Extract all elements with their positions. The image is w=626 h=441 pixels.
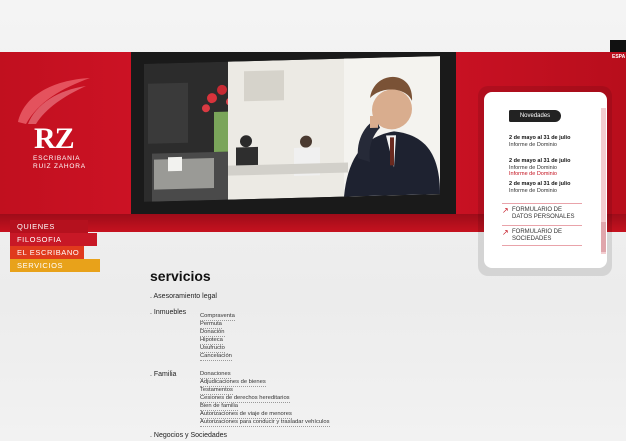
- news-title: Informe de Dominio: [509, 187, 557, 194]
- section-familia: . Familia: [150, 371, 177, 378]
- logo-subtitle: ESCRIBANIA RUIZ ZAHORA: [33, 155, 86, 171]
- nav-servicios[interactable]: SERVICIOS: [10, 259, 100, 272]
- service-link[interactable]: Cesiones de derechos hereditarios: [200, 395, 290, 403]
- form-link-line: FORMULARIO DE: [512, 207, 563, 213]
- service-link[interactable]: Testamentos: [200, 387, 233, 395]
- nav-quienes-somos[interactable]: QUIENES SOMOS: [10, 220, 88, 244]
- language-link[interactable]: ESPA: [612, 54, 625, 60]
- form-link-line: FORMULARIO DE: [512, 229, 563, 235]
- nav-filosofia[interactable]: FILOSOFIA: [10, 233, 97, 246]
- form-link-line: SOCIEDADES: [512, 236, 552, 242]
- service-link[interactable]: Usufructo: [200, 345, 225, 353]
- divider: [502, 225, 582, 226]
- service-link[interactable]: Donaciones: [200, 371, 231, 379]
- news-date: 2 de mayo al 31 de julio: [509, 135, 571, 141]
- section-inmuebles: . Inmuebles: [150, 309, 187, 316]
- news-date: 2 de mayo al 31 de julio: [509, 181, 571, 187]
- service-link[interactable]: Donación: [200, 329, 225, 337]
- logo-initials[interactable]: RZ: [34, 122, 94, 156]
- news-item[interactable]: 2 de mayo al 31 de julio Informe de Domi…: [509, 158, 570, 178]
- news-link[interactable]: Informe de Dominio: [509, 171, 570, 178]
- news-item[interactable]: 2 de mayo al 31 de julio Informe de Domi…: [509, 181, 570, 194]
- service-link[interactable]: Hipoteca: [200, 337, 223, 345]
- form-link-line: DATOS PERSONALES: [512, 214, 575, 220]
- arrow-icon: ↗: [502, 228, 509, 237]
- service-link[interactable]: Permuta: [200, 321, 222, 329]
- page-title: servicios: [150, 268, 211, 284]
- language-bar: [610, 40, 626, 52]
- arrow-icon: ↗: [502, 206, 509, 215]
- logo-line-2: RUIZ ZAHORA: [33, 163, 86, 170]
- news-scrollbar-thumb[interactable]: [601, 222, 606, 252]
- service-link[interactable]: Compraventa: [200, 313, 235, 321]
- service-link[interactable]: Bien de familia: [200, 403, 239, 411]
- service-link[interactable]: Cancelación: [200, 353, 232, 361]
- service-link[interactable]: Adjudicaciones de bienes: [200, 379, 266, 387]
- inmuebles-list: Compraventa Permuta Donación Hipoteca Us…: [200, 313, 235, 361]
- divider: [502, 203, 582, 204]
- logo-line-1: ESCRIBANIA: [33, 155, 81, 162]
- service-link[interactable]: Autorizaciones para conducir y trasladar…: [200, 419, 330, 427]
- section-negocios-sociedades: . Negocios y Sociedades: [150, 432, 228, 439]
- news-title: Informe de Dominio: [509, 141, 557, 148]
- logo-swoosh-icon: [18, 78, 90, 124]
- news-date: 2 de mayo al 31 de julio: [509, 158, 571, 164]
- hero-photo: [144, 56, 440, 202]
- novedades-tab[interactable]: Novedades: [509, 110, 561, 122]
- familia-list: Donaciones Adjudicaciones de bienes Test…: [200, 371, 330, 427]
- section-asesoramiento-legal: . Asesoramiento legal: [150, 293, 217, 300]
- divider: [502, 245, 582, 246]
- nav-el-escribano[interactable]: EL ESCRIBANO: [10, 246, 84, 259]
- service-link[interactable]: Autorizaciones de viaje de menores: [200, 411, 292, 419]
- news-item[interactable]: 2 de mayo al 31 de julio Informe de Domi…: [509, 135, 570, 148]
